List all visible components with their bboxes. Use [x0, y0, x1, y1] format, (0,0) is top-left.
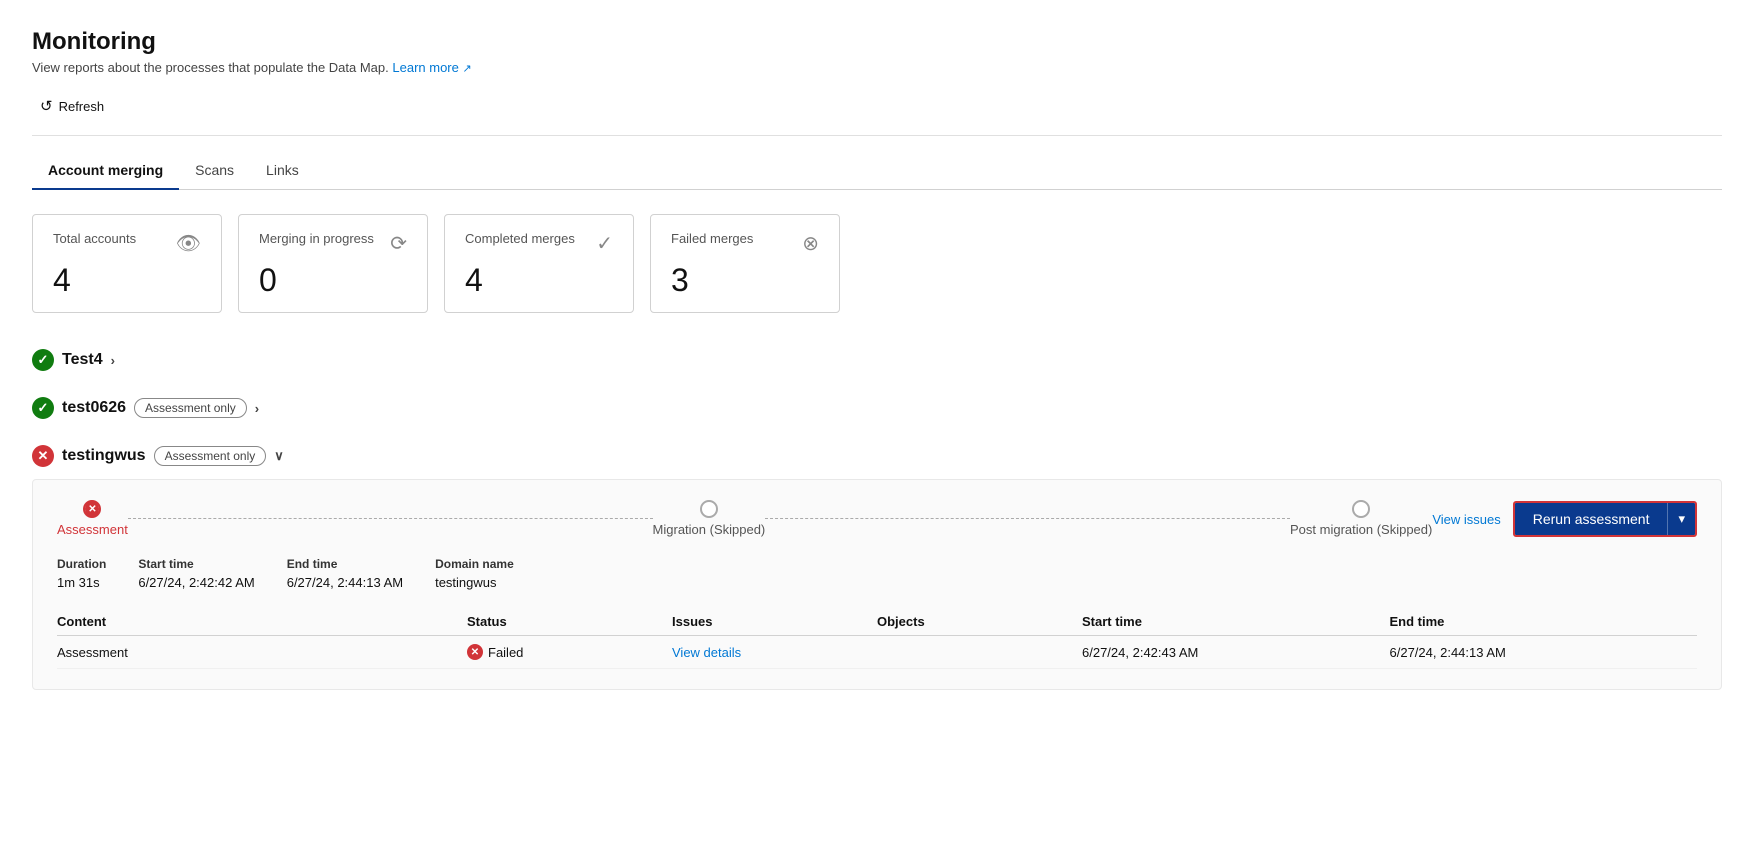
status-error-icon: ✕: [467, 644, 483, 660]
expand-section-testingwus: ✕ Assessment Migration (Skipped) Post: [32, 479, 1722, 690]
account-name-testingwus: testingwus: [62, 447, 146, 465]
meta-row: Duration 1m 31s Start time 6/27/24, 2:42…: [57, 557, 1697, 590]
col-header-starttime: Start time: [1082, 614, 1390, 629]
error-icon-testingwus: ✕: [32, 445, 54, 467]
chevron-right-icon-test4: ›: [111, 353, 115, 368]
account-row-test4[interactable]: ✓ Test4 ›: [32, 341, 1722, 379]
stat-card-merging-progress: Merging in progress ⟳ 0: [238, 214, 428, 313]
meta-domain-name: Domain name testingwus: [435, 557, 514, 590]
row-status: ✕ Failed: [467, 644, 672, 660]
success-icon-test0626: ✓: [32, 397, 54, 419]
view-issues-link[interactable]: View issues: [1432, 512, 1500, 527]
chevron-down-icon-testingwus: ∨: [274, 448, 284, 464]
pipeline-line-1: [128, 518, 653, 519]
account-name-test0626: test0626: [62, 399, 126, 417]
step-dot-migration: [700, 500, 718, 518]
stats-row: Total accounts 👁 4 Merging in progress ⟳…: [32, 214, 1722, 313]
tab-links[interactable]: Links: [250, 152, 315, 190]
meta-start-time: Start time 6/27/24, 2:42:42 AM: [138, 557, 254, 590]
rerun-button-group: Rerun assessment ▾: [1513, 501, 1697, 537]
rerun-dropdown-button[interactable]: ▾: [1667, 503, 1695, 535]
col-header-endtime: End time: [1390, 614, 1698, 629]
account-row-test0626[interactable]: ✓ test0626 Assessment only ›: [32, 389, 1722, 427]
step-label-migration: Migration (Skipped): [653, 522, 766, 537]
tab-account-merging[interactable]: Account merging: [32, 152, 179, 190]
pipeline-line-2: [765, 518, 1290, 519]
page-title: Monitoring: [32, 28, 1722, 56]
account-name-test4: Test4: [62, 351, 103, 369]
step-label-postmigration: Post migration (Skipped): [1290, 522, 1432, 537]
refresh-button[interactable]: ↺ Refresh: [32, 93, 112, 119]
row-issues: View details: [672, 645, 877, 660]
chevron-right-icon-test0626: ›: [255, 401, 259, 416]
stat-value-total-accounts: 4: [53, 264, 201, 296]
stat-value-merging-progress: 0: [259, 264, 407, 296]
tab-scans[interactable]: Scans: [179, 152, 250, 190]
assessment-only-badge-test0626: Assessment only: [134, 398, 247, 418]
stat-label-total-accounts: Total accounts: [53, 231, 136, 246]
col-header-objects: Objects: [877, 614, 1082, 629]
table-row: Assessment ✕ Failed View details 6/27/24…: [57, 636, 1697, 669]
account-row-testingwus[interactable]: ✕ testingwus Assessment only ∨: [32, 437, 1722, 475]
page-container: Monitoring View reports about the proces…: [0, 0, 1754, 865]
stat-value-failed-merges: 3: [671, 264, 819, 296]
table-header-row: Content Status Issues Objects Start time…: [57, 608, 1697, 636]
step-label-assessment: Assessment: [57, 522, 128, 537]
stat-label-merging-progress: Merging in progress: [259, 231, 374, 246]
status-label: Failed: [488, 645, 523, 660]
stat-value-completed-merges: 4: [465, 264, 613, 296]
account-item-testingwus: ✕ testingwus Assessment only ∨ ✕ Assessm…: [32, 437, 1722, 690]
account-item-test4: ✓ Test4 ›: [32, 341, 1722, 379]
tabs-bar: Account merging Scans Links: [32, 152, 1722, 190]
pipeline-actions: View issues Rerun assessment ▾: [1432, 501, 1697, 537]
col-header-status: Status: [467, 614, 672, 629]
x-circle-icon: ⊗: [802, 231, 819, 256]
account-item-test0626: ✓ test0626 Assessment only ›: [32, 389, 1722, 427]
toolbar-divider: [32, 135, 1722, 136]
external-link-icon: ↗: [463, 63, 472, 75]
meta-end-time: End time 6/27/24, 2:44:13 AM: [287, 557, 403, 590]
pipeline-step-migration: Migration (Skipped): [653, 500, 766, 537]
assessment-only-badge-testingwus: Assessment only: [154, 446, 267, 466]
view-details-link[interactable]: View details: [672, 645, 741, 660]
stat-card-total-accounts: Total accounts 👁 4: [32, 214, 222, 313]
pipeline-step-assessment: ✕ Assessment: [57, 500, 128, 537]
pipeline-step-postmigration: Post migration (Skipped): [1290, 500, 1432, 537]
step-dot-postmigration: [1352, 500, 1370, 518]
success-icon-test4: ✓: [32, 349, 54, 371]
learn-more-link[interactable]: Learn more: [392, 60, 458, 75]
step-error-icon-assessment: ✕: [85, 501, 99, 517]
row-content: Assessment: [57, 645, 467, 660]
detail-table: Content Status Issues Objects Start time…: [57, 608, 1697, 669]
stat-label-failed-merges: Failed merges: [671, 231, 753, 246]
step-dot-assessment: ✕: [83, 500, 101, 518]
pipeline-row: ✕ Assessment Migration (Skipped) Post: [57, 500, 1697, 537]
check-circle-icon: ✓: [596, 231, 613, 256]
meta-duration: Duration 1m 31s: [57, 557, 106, 590]
sync-icon: ⟳: [390, 231, 407, 256]
row-starttime: 6/27/24, 2:42:43 AM: [1082, 645, 1390, 660]
eye-icon: 👁: [176, 231, 201, 256]
stat-card-completed-merges: Completed merges ✓ 4: [444, 214, 634, 313]
toolbar: ↺ Refresh: [32, 93, 1722, 119]
refresh-icon: ↺: [40, 97, 53, 115]
page-subtitle: View reports about the processes that po…: [32, 60, 1722, 75]
col-header-content: Content: [57, 614, 467, 629]
stat-card-failed-merges: Failed merges ⊗ 3: [650, 214, 840, 313]
col-header-issues: Issues: [672, 614, 877, 629]
row-endtime: 6/27/24, 2:44:13 AM: [1390, 645, 1698, 660]
stat-label-completed-merges: Completed merges: [465, 231, 575, 246]
pipeline-steps: ✕ Assessment Migration (Skipped) Post: [57, 500, 1432, 537]
rerun-assessment-button[interactable]: Rerun assessment: [1515, 503, 1668, 535]
